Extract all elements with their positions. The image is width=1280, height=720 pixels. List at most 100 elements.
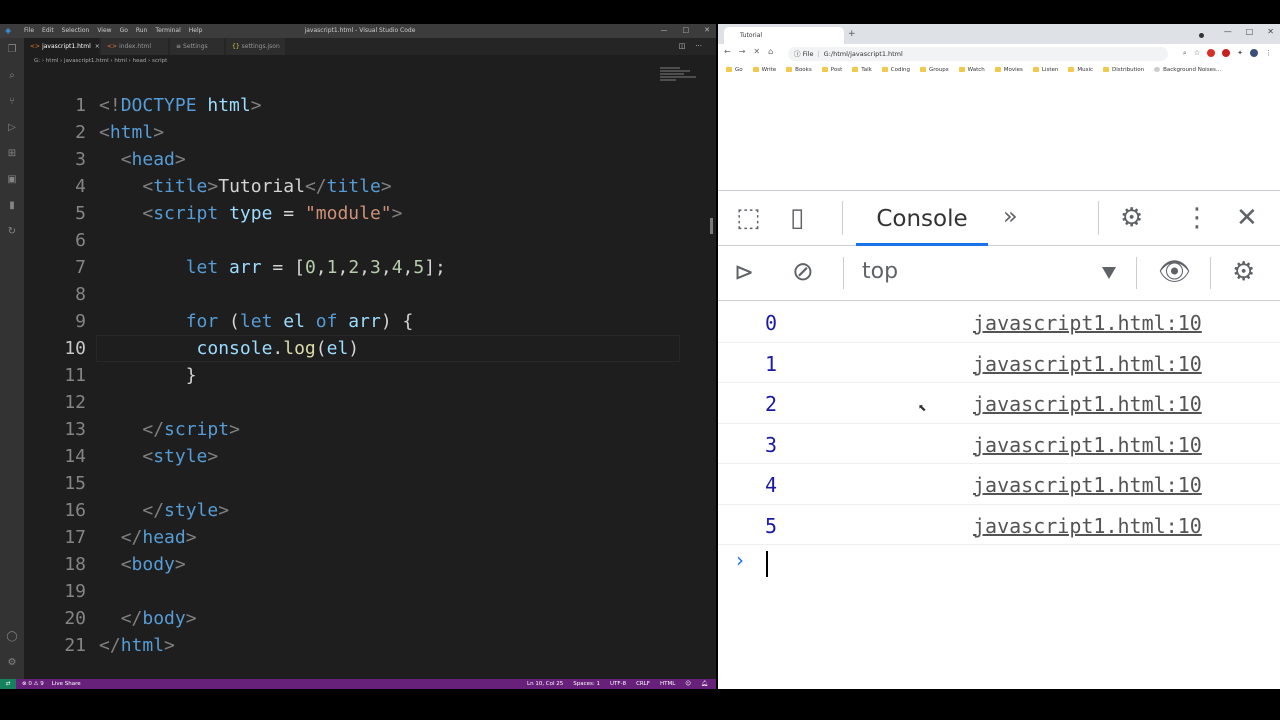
line-ending[interactable]: CRLF [636, 679, 650, 689]
tab-index-html[interactable]: <> index.html [101, 38, 169, 55]
source-control-icon[interactable]: ⑂ [6, 96, 18, 108]
maximize-icon[interactable]: □ [683, 26, 690, 34]
more-tabs-icon[interactable]: » [1003, 201, 1018, 231]
explorer-icon[interactable]: ❐ [6, 44, 18, 56]
menu-go[interactable]: Go [120, 27, 128, 34]
run-debug-icon[interactable]: ▷ [6, 122, 18, 134]
bookmark-folder[interactable]: Go [726, 64, 743, 76]
home-icon[interactable]: ⌂ [768, 47, 773, 56]
console-input[interactable] [766, 551, 768, 577]
log-source-link[interactable]: javascript1.html:10 [973, 433, 1202, 457]
info-icon[interactable]: ⓘ [794, 50, 801, 58]
menu-help[interactable]: Help [189, 27, 203, 34]
bookmark-link[interactable]: Background Noises... [1154, 64, 1221, 76]
vscode-titlebar: ◈ File Edit Selection View Go Run Termin… [0, 24, 716, 38]
avatar[interactable] [1250, 49, 1258, 57]
tab-javascript1-html[interactable]: <> javascript1.html × [24, 38, 100, 55]
bookmark-folder[interactable]: Groups [920, 64, 949, 76]
menu-edit[interactable]: Edit [42, 27, 54, 34]
browser-tab[interactable]: Tutorial [724, 27, 844, 44]
settings-gear-icon[interactable]: ⚙ [1120, 203, 1143, 233]
eye-icon[interactable]: 👁︎ [1158, 257, 1191, 287]
sidebar-toggle-icon[interactable]: ⊳ [734, 257, 754, 287]
feedback-icon[interactable]: ☺ [685, 679, 691, 689]
problems-count[interactable]: ⊗ 0 ⚠ 9 [22, 679, 44, 689]
star-icon[interactable]: ☆ [1194, 49, 1200, 58]
extension-icon[interactable] [1207, 49, 1216, 57]
tab-console[interactable]: Console [856, 191, 988, 246]
notifications-icon[interactable]: 🔔︎ [701, 679, 708, 689]
bookmark-folder[interactable]: Talk [852, 64, 872, 76]
bookmark-folder[interactable]: Books [786, 64, 812, 76]
line-number: 19 [64, 581, 86, 602]
bookmark-folder[interactable]: Write [752, 64, 776, 76]
tab-settings[interactable]: ≡ Settings [170, 38, 225, 55]
extensions-icon[interactable]: ⊞ [6, 148, 18, 160]
line-number: 4 [75, 176, 86, 197]
bookmark-folder[interactable]: Post [821, 64, 842, 76]
stop-icon[interactable]: ✕ [753, 47, 760, 56]
log-source-link[interactable]: javascript1.html:10 [973, 473, 1202, 497]
puzzle-icon[interactable]: ✦ [1237, 49, 1243, 58]
clear-console-icon[interactable]: ⊘ [792, 257, 814, 287]
extension-icon[interactable] [1222, 49, 1231, 57]
log-source-link[interactable]: javascript1.html:10 [973, 352, 1202, 376]
inspect-element-icon[interactable]: ⬚ [736, 203, 761, 233]
menu-selection[interactable]: Selection [62, 27, 90, 34]
code-editor[interactable]: 1 <!DOCTYPE html> 2 <html> 3 <head> 4 <tit… [24, 66, 716, 679]
tab-settings-json[interactable]: {} settings.json [226, 38, 286, 55]
indentation[interactable]: Spaces: 1 [573, 679, 600, 689]
bookmark-folder[interactable]: Movies [994, 64, 1023, 76]
new-tab-button[interactable]: + [848, 29, 856, 39]
close-devtools-icon[interactable]: ✕ [1236, 203, 1258, 233]
bookmark-folder[interactable]: Music [1068, 64, 1093, 76]
zoom-icon[interactable]: ⌕ [1183, 49, 1187, 58]
bookmark-folder[interactable]: Watch [958, 64, 985, 76]
search-icon[interactable]: ⌕ [6, 70, 18, 82]
close-tab-icon[interactable]: × [95, 43, 100, 50]
log-value: 2 [765, 392, 778, 416]
menu-terminal[interactable]: Terminal [155, 27, 180, 34]
maximize-icon[interactable]: □ [1246, 27, 1254, 36]
cursor-position[interactable]: Ln 10, Col 25 [527, 679, 563, 689]
encoding[interactable]: UTF-8 [610, 679, 626, 689]
console-settings-gear-icon[interactable]: ⚙ [1232, 257, 1255, 287]
bookmark-folder[interactable]: Coding [881, 64, 910, 76]
live-share-status[interactable]: Live Share [52, 679, 81, 689]
log-source-link[interactable]: javascript1.html:10 [973, 514, 1202, 538]
back-icon[interactable]: ← [724, 47, 731, 56]
language-mode[interactable]: HTML [660, 679, 675, 689]
breadcrumb[interactable]: G: › html › javascript1.html › html › he… [24, 56, 716, 66]
live-share-icon[interactable]: ↻ [6, 226, 18, 238]
folder-icon [958, 67, 965, 72]
remote-explorer-icon[interactable]: ▣ [6, 174, 18, 186]
menu-file[interactable]: File [24, 27, 34, 34]
divider [1210, 257, 1211, 289]
device-toolbar-icon[interactable]: ▯ [790, 203, 804, 233]
address-bar[interactable]: ⓘ File | G:/html/javascript1.html [788, 47, 1168, 61]
log-source-link[interactable]: javascript1.html:10 [973, 311, 1202, 335]
forward-icon[interactable]: → [739, 47, 746, 56]
minimize-icon[interactable]: — [1224, 27, 1232, 36]
minimize-icon[interactable]: — [661, 26, 668, 34]
remote-icon[interactable]: ⇄ [0, 679, 16, 689]
code-line-current: 10 console.log(el) [24, 335, 716, 362]
log-source-link[interactable]: javascript1.html:10 [973, 392, 1202, 416]
menu-view[interactable]: View [97, 27, 111, 34]
bookmark-icon[interactable]: ▮ [6, 200, 18, 212]
minimap[interactable] [660, 66, 700, 96]
close-icon[interactable]: ✕ [704, 26, 710, 34]
manage-gear-icon[interactable]: ⚙ [6, 657, 18, 669]
bookmark-folder[interactable]: Listen [1032, 64, 1058, 76]
context-dropdown-icon[interactable] [1102, 267, 1116, 279]
account-icon[interactable]: ◯ [6, 631, 18, 643]
menu-run[interactable]: Run [136, 27, 148, 34]
close-icon[interactable]: ✕ [1267, 27, 1274, 36]
context-selector[interactable]: top [862, 259, 898, 284]
editor-scrollbar[interactable] [710, 218, 713, 234]
split-editor-icon[interactable]: ◫ [679, 42, 686, 50]
bookmark-folder[interactable]: Distribution [1103, 64, 1144, 76]
kebab-menu-icon[interactable]: ⋮ [1184, 203, 1210, 233]
more-actions-icon[interactable]: ··· [695, 42, 702, 50]
menu-icon[interactable]: ⋮ [1265, 49, 1272, 58]
